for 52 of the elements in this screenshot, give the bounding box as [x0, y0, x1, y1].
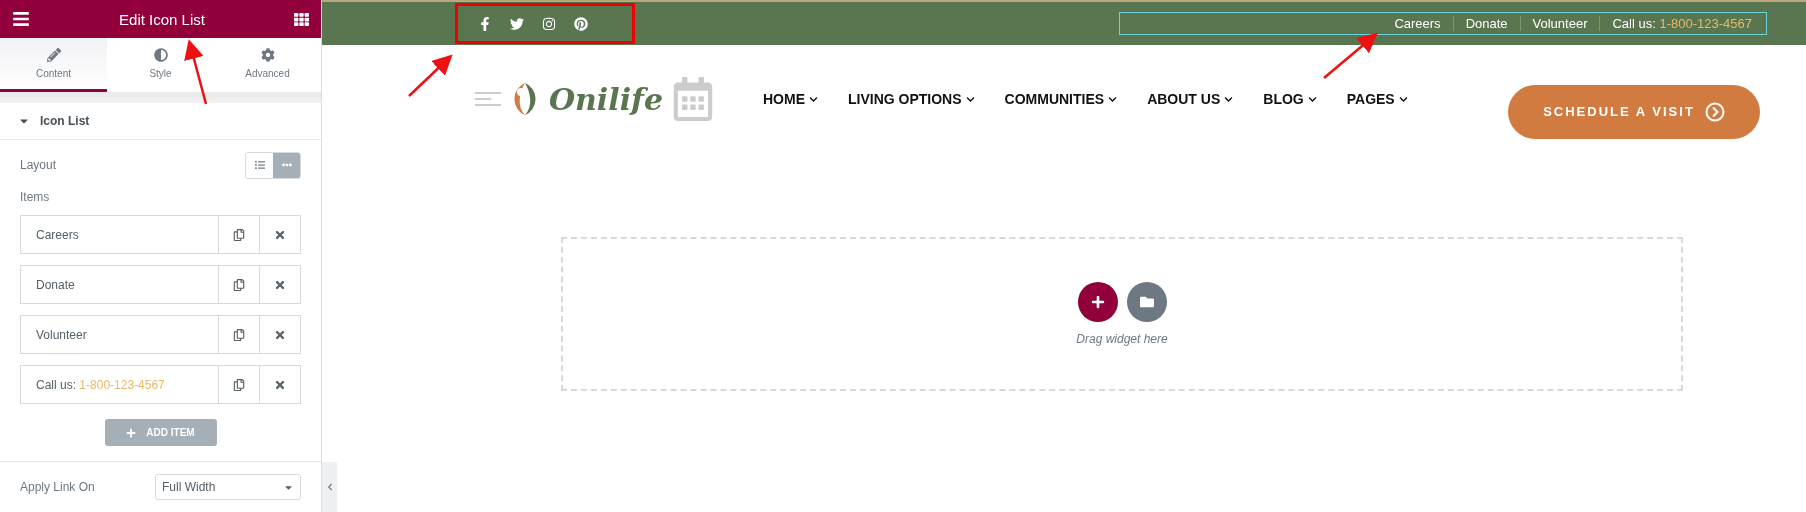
nav-item[interactable]: BLOG [1263, 91, 1317, 107]
chevron-icon [809, 94, 818, 104]
chevron-icon [1398, 94, 1408, 104]
lines-icon [475, 91, 501, 107]
logo-text: Onilife [548, 81, 664, 117]
nav-item[interactable]: HOME [763, 91, 818, 107]
chevron-icon [1108, 94, 1118, 104]
link-label: Apply Link On [20, 480, 95, 494]
nav-item[interactable]: ABOUT US [1147, 91, 1234, 107]
panel-title: Edit Icon List [119, 10, 205, 28]
close-icon [274, 228, 286, 241]
top-link[interactable]: Donate [1452, 16, 1520, 31]
copy-icon [233, 228, 245, 241]
chevron-icon [965, 94, 975, 104]
plus-icon [1090, 295, 1105, 309]
plus-icon [126, 427, 137, 438]
nav-item[interactable]: PAGES [1346, 91, 1408, 107]
nav-item[interactable]: LIVING OPTIONS [848, 91, 975, 107]
select-field[interactable]: Full Width [155, 474, 301, 500]
facebook-icon[interactable] [478, 16, 492, 31]
items-label: Items [20, 190, 51, 204]
nav-item[interactable]: COMMUNITIES [1004, 91, 1118, 107]
top-link[interactable]: Volunteer [1519, 16, 1600, 31]
list-icon [254, 160, 265, 170]
copy-icon [233, 378, 245, 391]
grid-icon[interactable] [294, 11, 309, 27]
drop-hint: Drag widget here [1076, 332, 1168, 346]
pencil-icon [46, 47, 61, 62]
chevron-icon [1224, 94, 1234, 104]
contrast-icon [153, 47, 168, 62]
chevron-circle-icon [1704, 101, 1725, 122]
top-link[interactable]: Call us: 1-800-123-4567 [1599, 16, 1764, 31]
add-section-button[interactable] [1077, 282, 1118, 322]
close-icon [274, 328, 286, 341]
bird-icon[interactable] [510, 16, 524, 31]
panel-tab[interactable]: Content [0, 38, 107, 92]
top-link[interactable]: Careers [1382, 16, 1453, 31]
section-header[interactable]: Icon List [0, 102, 321, 140]
copy-icon [233, 278, 245, 291]
close-icon [274, 278, 286, 291]
gear-icon [260, 47, 275, 62]
folder-icon [1139, 295, 1154, 309]
copy-icon [233, 328, 245, 341]
template-button[interactable] [1126, 282, 1167, 322]
pinterest-icon[interactable] [574, 16, 588, 31]
close-icon [274, 378, 286, 391]
chevron-icon [1307, 94, 1317, 104]
calendar-icon [671, 77, 715, 121]
layout-label: Layout [20, 158, 57, 172]
chevron-icon [325, 483, 334, 491]
instagram-icon[interactable] [542, 16, 556, 31]
menu-icon[interactable] [12, 10, 30, 28]
